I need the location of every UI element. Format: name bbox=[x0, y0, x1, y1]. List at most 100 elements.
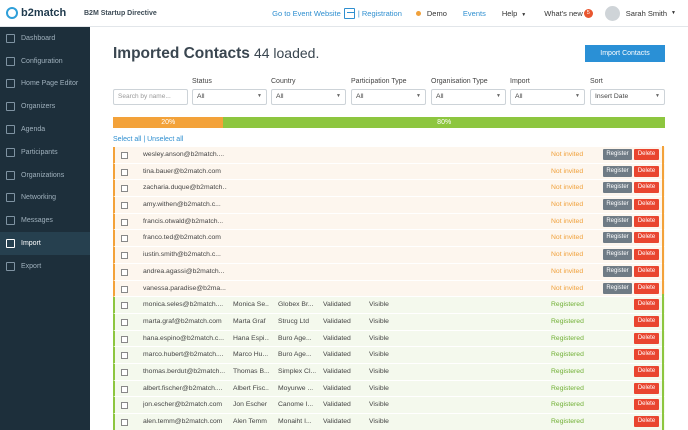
demo-status[interactable]: Demo bbox=[415, 8, 447, 18]
row-checkbox[interactable] bbox=[121, 302, 128, 310]
contact-email: andrea.agassi@b2match... bbox=[143, 267, 225, 275]
delete-button[interactable]: Delete bbox=[634, 199, 659, 211]
status-filter-select[interactable]: All ▼ bbox=[192, 89, 267, 105]
register-button[interactable]: Register bbox=[603, 215, 632, 227]
contact-organization: Buro Age... bbox=[278, 334, 312, 342]
register-button[interactable]: Register bbox=[603, 265, 632, 277]
sidebar-item-home-page-editor[interactable]: Home Page Editor bbox=[0, 73, 90, 96]
delete-button[interactable]: Delete bbox=[634, 282, 659, 294]
validated-status: Validated bbox=[323, 301, 351, 309]
import-filter-value: All bbox=[515, 93, 523, 100]
sidebar-item-organizers[interactable]: Organizers bbox=[0, 95, 90, 118]
demo-label: Demo bbox=[426, 8, 447, 18]
sort-select[interactable]: Insert Date ▼ bbox=[590, 89, 665, 105]
row-checkbox[interactable] bbox=[121, 218, 128, 226]
contact-name: Albert Fisc... bbox=[233, 384, 269, 392]
delete-button[interactable]: Delete bbox=[634, 332, 659, 344]
sidebar-item-import[interactable]: Import bbox=[0, 232, 90, 255]
row-checkbox[interactable] bbox=[121, 285, 128, 293]
delete-button[interactable]: Delete bbox=[634, 399, 659, 411]
whats-new-button[interactable]: What's new 5 bbox=[544, 8, 593, 18]
table-row: amy.withen@b2match.c... Not invited Regist… bbox=[113, 197, 665, 214]
import-icon bbox=[6, 239, 15, 249]
table-row: francis.otwald@b2match... Not invited Regi… bbox=[113, 213, 665, 231]
user-menu[interactable]: Sarah Smith ▼ bbox=[604, 5, 676, 21]
unselect-all-link[interactable]: Unselect all bbox=[147, 136, 183, 143]
import-contacts-button[interactable]: Import Contacts bbox=[585, 45, 665, 62]
row-checkbox[interactable] bbox=[121, 235, 128, 243]
row-checkbox[interactable] bbox=[121, 185, 128, 193]
row-checkbox[interactable] bbox=[121, 168, 128, 176]
register-button[interactable]: Register bbox=[603, 282, 632, 294]
country-filter-value: All bbox=[276, 93, 284, 100]
sidebar-item-label: Participants bbox=[21, 148, 58, 156]
sidebar-item-agenda[interactable]: Agenda bbox=[0, 118, 90, 141]
register-button[interactable]: Register bbox=[603, 182, 632, 194]
delete-button[interactable]: Delete bbox=[634, 165, 659, 177]
delete-button[interactable]: Delete bbox=[634, 382, 659, 394]
row-checkbox[interactable] bbox=[121, 352, 128, 360]
delete-button[interactable]: Delete bbox=[634, 265, 659, 277]
sidebar-item-dashboard[interactable]: Dashboard bbox=[0, 27, 90, 50]
sidebar-item-organizations[interactable]: Organizations bbox=[0, 164, 90, 187]
search-input[interactable]: Search by name... bbox=[113, 89, 188, 105]
delete-button[interactable]: Delete bbox=[634, 215, 659, 227]
row-checkbox[interactable] bbox=[121, 368, 128, 376]
sidebar-item-export[interactable]: Export bbox=[0, 255, 90, 278]
register-button[interactable]: Register bbox=[603, 165, 632, 177]
sidebar-item-participants[interactable]: Participants bbox=[0, 141, 90, 164]
participation-type-filter-select[interactable]: All ▼ bbox=[351, 89, 426, 105]
logo-text: b2match bbox=[21, 7, 67, 19]
row-checkbox[interactable] bbox=[121, 252, 128, 260]
delete-button[interactable]: Delete bbox=[634, 149, 659, 160]
events-link[interactable]: Events bbox=[463, 9, 486, 18]
registration-link[interactable]: Registration bbox=[362, 9, 402, 18]
row-checkbox[interactable] bbox=[121, 335, 128, 343]
sidebar-item-networking[interactable]: Networking bbox=[0, 187, 90, 210]
register-button[interactable]: Register bbox=[603, 249, 632, 261]
register-button[interactable]: Register bbox=[603, 149, 632, 160]
building-icon bbox=[6, 170, 15, 180]
row-checkbox[interactable] bbox=[121, 419, 128, 426]
row-checkbox[interactable] bbox=[121, 268, 128, 276]
delete-button[interactable]: Delete bbox=[634, 365, 659, 377]
goto-event-website-link[interactable]: Go to Event Website | Registration bbox=[272, 7, 402, 19]
envelope-icon bbox=[6, 216, 15, 226]
event-name: B2M Startup Directive bbox=[84, 9, 157, 17]
register-button[interactable]: Register bbox=[603, 199, 632, 211]
sidebar-item-messages[interactable]: Messages bbox=[0, 209, 90, 232]
organisation-type-filter-select[interactable]: All ▼ bbox=[431, 89, 506, 105]
visibility-status: Visible bbox=[369, 367, 389, 375]
delete-button[interactable]: Delete bbox=[634, 315, 659, 327]
sidebar-item-configuration[interactable]: Configuration bbox=[0, 50, 90, 73]
contact-organization: Simplex Cl... bbox=[278, 367, 316, 375]
sidebar-item-label: Import bbox=[21, 240, 41, 248]
row-checkbox[interactable] bbox=[121, 385, 128, 393]
delete-button[interactable]: Delete bbox=[634, 299, 659, 311]
table-row: franco.ted@b2match.com Not invited Registe… bbox=[113, 230, 665, 248]
external-link-icon bbox=[343, 7, 355, 19]
visibility-status: Visible bbox=[369, 418, 389, 425]
delete-button[interactable]: Delete bbox=[634, 416, 659, 427]
visibility-status: Visible bbox=[369, 334, 389, 342]
delete-button[interactable]: Delete bbox=[634, 232, 659, 244]
delete-button[interactable]: Delete bbox=[634, 349, 659, 361]
delete-button[interactable]: Delete bbox=[634, 249, 659, 261]
row-checkbox[interactable] bbox=[121, 152, 128, 159]
row-checkbox[interactable] bbox=[121, 202, 128, 210]
select-all-link[interactable]: Select all bbox=[113, 136, 141, 143]
import-filter-select[interactable]: All ▼ bbox=[510, 89, 585, 105]
chevron-down-icon: ▼ bbox=[521, 11, 527, 18]
register-button[interactable]: Register bbox=[603, 232, 632, 244]
sidebar: Dashboard Configuration Home Page Editor… bbox=[0, 27, 90, 430]
home-icon bbox=[6, 79, 15, 89]
country-filter-select[interactable]: All ▼ bbox=[271, 89, 346, 105]
contact-organization: Strucg Ltd bbox=[278, 317, 309, 325]
scrollbar-registered-segment[interactable] bbox=[662, 294, 664, 430]
row-checkbox[interactable] bbox=[121, 318, 128, 326]
scrollbar-pending-segment[interactable] bbox=[662, 146, 664, 294]
help-menu[interactable]: Help ▼ bbox=[502, 9, 526, 18]
logo[interactable]: b2match bbox=[0, 7, 90, 19]
row-checkbox[interactable] bbox=[121, 402, 128, 410]
delete-button[interactable]: Delete bbox=[634, 182, 659, 194]
